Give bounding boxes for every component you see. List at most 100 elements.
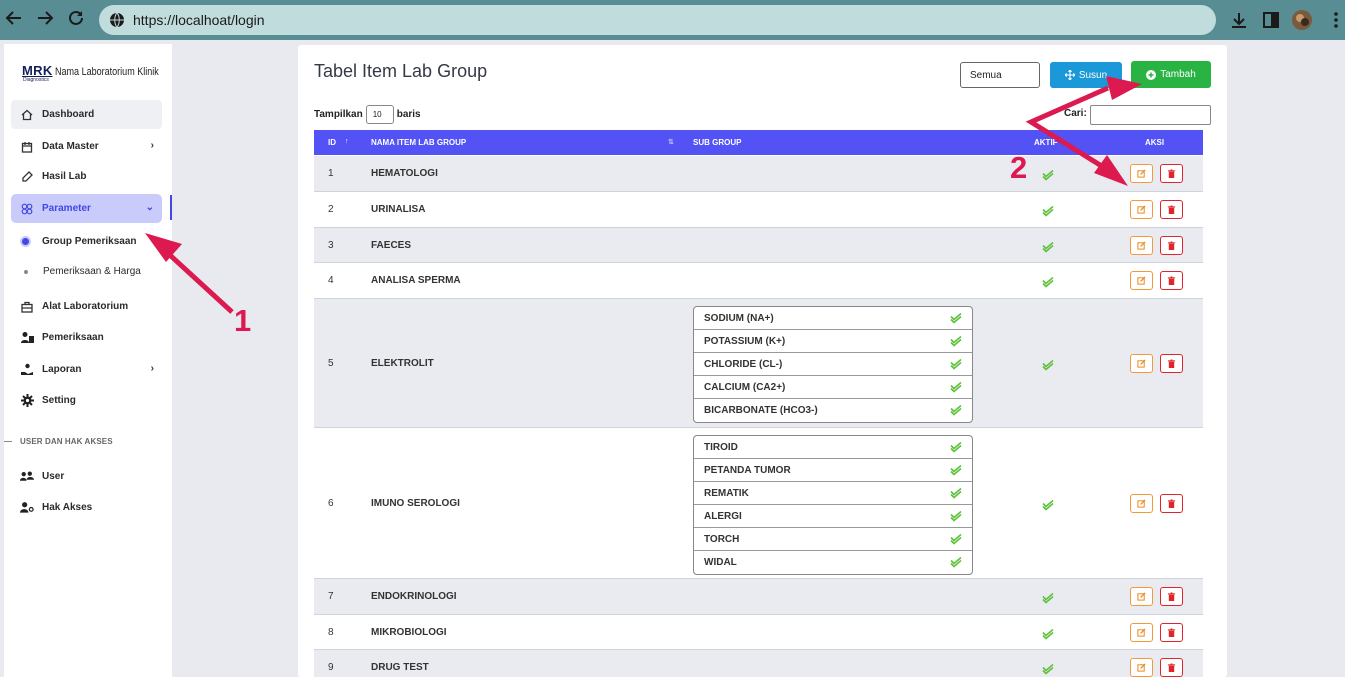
edit-button[interactable] [1130, 493, 1153, 513]
reload-icon[interactable] [64, 8, 88, 32]
sidebar-item-dashboard[interactable]: Dashboard [11, 100, 162, 129]
delete-button[interactable] [1160, 353, 1183, 373]
plus-circle-icon [1146, 69, 1157, 80]
active-check-icon [1042, 168, 1056, 181]
edit-button[interactable] [1130, 587, 1153, 606]
browser-toolbar: https://localhoat/login [0, 0, 1345, 40]
sub-group-item: TIROID [694, 436, 972, 459]
active-check-icon [1042, 275, 1056, 288]
filter-select[interactable]: Semua [960, 62, 1040, 88]
active-check-icon [1042, 591, 1056, 604]
briefcase-icon [20, 300, 34, 314]
sub-group-label: SODIUM (NA+) [704, 312, 774, 324]
check-icon [950, 335, 962, 347]
header-name[interactable]: NAMA ITEM LAB GROUP [371, 138, 466, 147]
edit-button[interactable] [1130, 658, 1153, 677]
susun-button[interactable]: Susun [1050, 62, 1122, 88]
cell-name: MIKROBIOLOGI [371, 626, 447, 638]
table-row: 8 MIKROBIOLOGI [314, 615, 1203, 650]
edit-button[interactable] [1130, 164, 1153, 183]
sidebar-item-hasil-lab[interactable]: Hasil Lab [11, 162, 162, 191]
tambah-button[interactable]: Tambah [1131, 61, 1211, 88]
cell-id: 7 [328, 591, 334, 602]
edit-button[interactable] [1130, 200, 1153, 219]
cell-id: 8 [328, 626, 334, 638]
edit-button[interactable] [1130, 235, 1153, 255]
brand-logo[interactable]: MRK Diagnostics [22, 63, 53, 83]
sub-group-list: SODIUM (NA+) POTASSIUM (K+) CHLORIDE (CL-)… [693, 306, 973, 423]
sidebar-item-label: Setting [42, 395, 76, 406]
content-card: Tabel Item Lab Group Semua Susun Tambah … [298, 45, 1227, 677]
page-length-input[interactable]: 10 [365, 105, 394, 124]
search-input[interactable] [1090, 105, 1211, 125]
profile-avatar-icon[interactable] [1292, 10, 1312, 30]
check-icon [950, 381, 962, 393]
sub-group-item: REMATIK [694, 482, 972, 505]
edit-button[interactable] [1130, 353, 1153, 373]
sidebar-item-pemeriksaan[interactable]: Pemeriksaan [11, 323, 162, 352]
delete-button[interactable] [1160, 200, 1183, 219]
menu-dots-icon[interactable] [1326, 10, 1345, 30]
header-sub-group[interactable]: SUB GROUP [693, 138, 741, 147]
table-row: 6 IMUNO SEROLOGI TIROID PETANDA TUMOR REMATI… [314, 428, 1203, 579]
delete-button[interactable] [1160, 235, 1183, 255]
active-check-icon [1042, 240, 1056, 253]
sidebar-item-user[interactable]: User [11, 462, 162, 491]
delete-button[interactable] [1160, 622, 1183, 642]
address-bar[interactable]: https://localhoat/login [99, 5, 1216, 35]
delete-button[interactable] [1160, 271, 1183, 290]
check-icon [950, 510, 962, 522]
cell-id: 6 [328, 497, 334, 509]
edit-button[interactable] [1130, 271, 1153, 290]
sidebar-item-alat-laboratorium[interactable]: Alat Laboratorium [11, 292, 162, 321]
calendar-icon [20, 140, 34, 154]
header-aktif[interactable]: AKTIF [1034, 138, 1058, 147]
sub-group-label: CALCIUM (CA2+) [704, 381, 786, 393]
download-icon[interactable] [1229, 10, 1249, 30]
back-arrow-icon[interactable] [2, 8, 26, 32]
table-header: ID ↑ NAMA ITEM LAB GROUP ⇅ SUB GROUP AKT… [314, 130, 1203, 155]
gear-icon [20, 394, 34, 408]
sub-group-item: POTASSIUM (K+) [694, 330, 972, 353]
sub-group-label: BICARBONATE (HCO3-) [704, 405, 818, 416]
sidebar-item-parameter[interactable]: Parameter ⌄ [11, 194, 162, 223]
header-id[interactable]: ID [328, 138, 336, 147]
active-check-icon [1042, 204, 1056, 217]
cell-name: HEMATOLOGI [371, 168, 438, 179]
cell-name: URINALISA [371, 204, 426, 215]
delete-button[interactable] [1160, 658, 1183, 677]
table-row: 5 ELEKTROLIT SODIUM (NA+) POTASSIUM (K+) CHL… [314, 299, 1203, 428]
sidebar-item-label: Dashboard [42, 109, 95, 120]
edit-button[interactable] [1130, 622, 1153, 642]
globe-icon [110, 12, 124, 28]
sort-asc-icon[interactable]: ↑ [345, 138, 349, 145]
cell-id: 9 [328, 662, 334, 673]
chevron-right-icon: › [150, 140, 154, 151]
check-icon [950, 404, 962, 416]
sidebar-item-data-master[interactable]: Data Master › [11, 132, 162, 161]
sidebar-subitem-label: Group Pemeriksaan [42, 236, 137, 247]
table-row: 9 DRUG TEST [314, 650, 1203, 677]
sidebar-item-hak-akses[interactable]: Hak Akses [11, 493, 162, 522]
sidebar-item-setting[interactable]: Setting [11, 386, 162, 415]
sidebar-subitem-pemeriksaan-harga[interactable]: Pemeriksaan & Harga [22, 266, 141, 277]
sub-group-item: TORCH [694, 528, 972, 551]
delete-button[interactable] [1160, 493, 1183, 513]
sub-group-item: ALERGI [694, 505, 972, 528]
sort-icon[interactable]: ⇅ [668, 138, 674, 146]
flask-icon [20, 170, 34, 184]
check-icon [950, 441, 962, 453]
cell-name: IMUNO SEROLOGI [371, 497, 460, 509]
sidebar-subitem-group-pemeriksaan[interactable]: Group Pemeriksaan [22, 236, 136, 247]
cell-id: 3 [328, 239, 334, 251]
cell-name: ANALISA SPERMA [371, 275, 461, 286]
cell-name: ENDOKRINOLOGI [371, 591, 457, 602]
delete-button[interactable] [1160, 164, 1183, 183]
lab-name: Nama Laboratorium Klinik [55, 66, 159, 78]
sidebar-subitem-label: Pemeriksaan & Harga [43, 266, 141, 277]
forward-arrow-icon[interactable] [33, 8, 57, 32]
logo-mrk: MRK [22, 63, 53, 78]
sidebar-item-laporan[interactable]: Laporan › [11, 355, 162, 384]
delete-button[interactable] [1160, 587, 1183, 606]
window-icon[interactable] [1261, 10, 1281, 30]
